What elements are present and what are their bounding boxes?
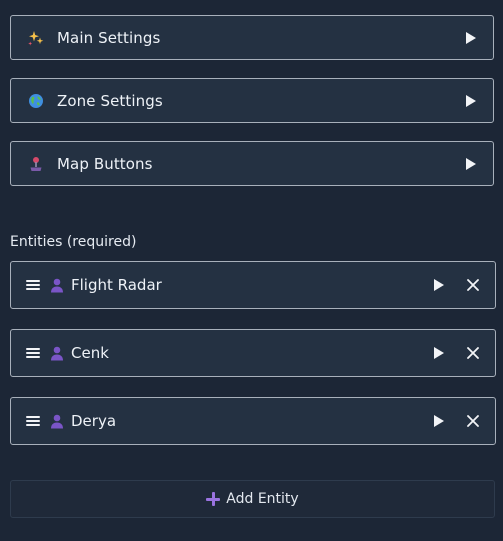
map-buttons-label: Map Buttons — [57, 154, 153, 173]
person-icon — [49, 345, 65, 361]
expand-arrow-icon[interactable] — [465, 94, 477, 108]
add-entity-label: Add Entity — [226, 491, 299, 507]
main-settings-section[interactable]: Main Settings — [10, 15, 494, 60]
settings-panel: Main Settings Zone Settings Map Buttons … — [0, 0, 503, 541]
expand-arrow-icon[interactable] — [465, 31, 477, 45]
entity-name: Derya — [71, 412, 117, 430]
drag-handle-icon[interactable] — [26, 278, 40, 292]
close-icon[interactable] — [466, 278, 480, 292]
main-settings-label: Main Settings — [57, 28, 161, 47]
expand-arrow-icon[interactable] — [433, 414, 445, 428]
person-icon — [49, 277, 65, 293]
plus-icon — [206, 492, 221, 506]
drag-handle-icon[interactable] — [26, 414, 40, 428]
zone-settings-label: Zone Settings — [57, 91, 163, 110]
entity-name: Flight Radar — [71, 276, 162, 294]
expand-arrow-icon[interactable] — [433, 278, 445, 292]
expand-arrow-icon[interactable] — [433, 346, 445, 360]
entity-row-flight-radar: Flight Radar — [10, 261, 496, 309]
entity-name: Cenk — [71, 344, 109, 362]
person-icon — [49, 413, 65, 429]
sparkles-icon — [27, 29, 45, 47]
map-buttons-section[interactable]: Map Buttons — [10, 141, 494, 186]
add-entity-button[interactable]: Add Entity — [10, 480, 495, 518]
close-icon[interactable] — [466, 346, 480, 360]
zone-settings-section[interactable]: Zone Settings — [10, 78, 494, 123]
expand-arrow-icon[interactable] — [465, 157, 477, 171]
joystick-icon — [27, 155, 45, 173]
drag-handle-icon[interactable] — [26, 346, 40, 360]
entities-heading: Entities (required) — [10, 234, 137, 250]
globe-icon — [27, 92, 45, 110]
entity-row-cenk: Cenk — [10, 329, 496, 377]
entity-row-derya: Derya — [10, 397, 496, 445]
close-icon[interactable] — [466, 414, 480, 428]
